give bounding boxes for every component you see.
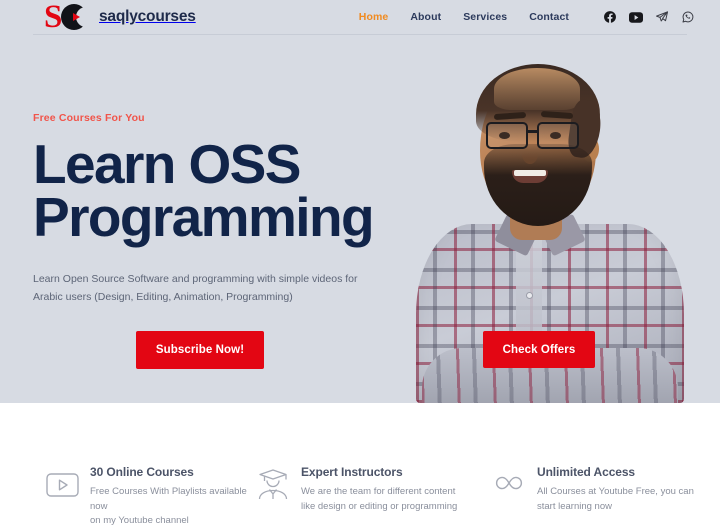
feature-text: Unlimited Access All Courses at Youtube … [531,465,694,514]
feature-item-courses: 30 Online Courses Free Courses With Play… [0,465,247,527]
hero-section: S saqlycourses Home About Services Conta… [0,0,720,403]
logo-letter-s: S [44,0,62,35]
whatsapp-icon[interactable] [681,10,695,24]
nav-item-services[interactable]: Services [463,11,507,23]
header-divider [33,34,687,35]
features-section: 30 Online Courses Free Courses With Play… [0,403,720,527]
play-box-icon [40,473,84,513]
feature-description: Free Courses With Playlists available no… [90,486,247,527]
site-header: S saqlycourses Home About Services Conta… [0,0,720,34]
brand-name: saqlycourses [99,8,196,25]
photo-glasses-left-lens [486,122,528,149]
nav-item-home[interactable]: Home [359,11,389,23]
photo-glasses-bridge [527,130,539,133]
subscribe-button[interactable]: Subscribe Now! [136,331,264,369]
play-triangle-icon [73,13,80,21]
check-offers-button[interactable]: Check Offers [483,331,595,368]
social-links [591,10,695,24]
main-navigation: Home About Services Contact [359,10,695,24]
brand-logo-link[interactable]: S saqlycourses [44,0,196,35]
hero-subtitle: Learn Open Source Software and programmi… [33,272,358,303]
telegram-icon[interactable] [655,10,669,24]
nav-item-contact[interactable]: Contact [529,11,569,23]
feature-text: Expert Instructors We are the team for d… [295,465,457,514]
feature-item-instructors: Expert Instructors We are the team for d… [247,465,487,514]
photo-forehead [494,68,580,110]
facebook-icon[interactable] [603,10,617,24]
photo-glasses-right-lens [537,122,579,149]
graduate-instructor-icon [251,467,295,507]
photo-teeth [514,170,546,176]
feature-description: All Courses at Youtube Free, you can sta… [537,486,694,512]
feature-item-access: Unlimited Access All Courses at Youtube … [487,465,717,514]
sc-monogram-play-icon: S [44,0,96,35]
hero-eyebrow: Free Courses For You [33,112,145,124]
landing-page: S saqlycourses Home About Services Conta… [0,0,720,527]
infinity-icon [487,473,531,513]
photo-beard [484,144,592,226]
feature-title: Unlimited Access [537,465,635,479]
feature-title: 30 Online Courses [90,465,194,479]
nav-item-about[interactable]: About [410,11,441,23]
feature-text: 30 Online Courses Free Courses With Play… [84,465,247,527]
youtube-icon[interactable] [629,10,643,24]
photo-shirt-button-top [526,292,533,299]
feature-description: We are the team for different content li… [301,486,458,512]
page-title: Learn OSS Programming [33,133,375,248]
hero-content: Free Courses For You Learn OSS Programmi… [33,112,433,306]
feature-title: Expert Instructors [301,465,403,479]
